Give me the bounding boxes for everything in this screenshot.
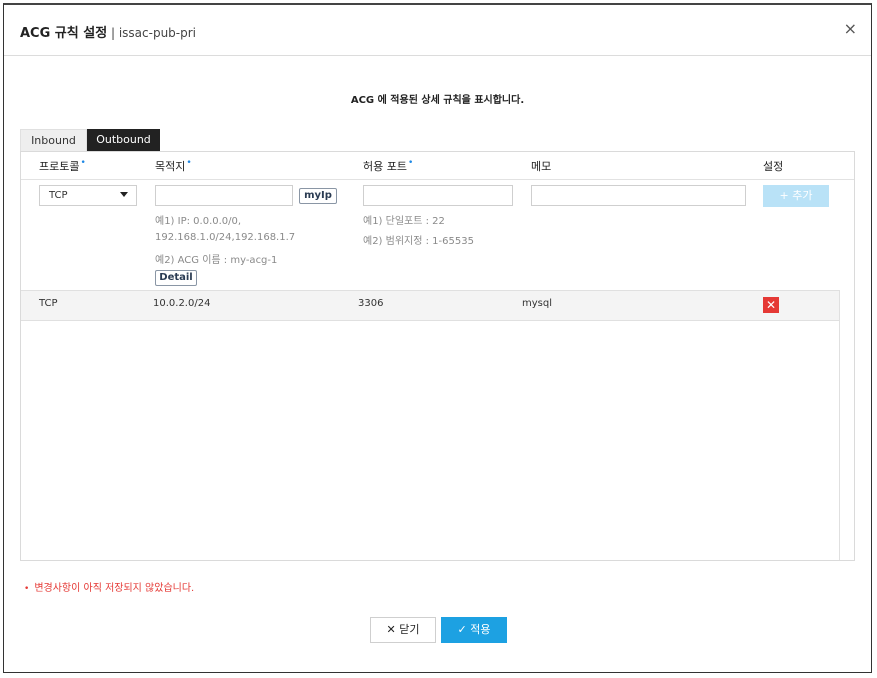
col-memo: 메모: [531, 160, 552, 173]
port-hint-1: 예1) 단일포트 : 22: [363, 216, 445, 227]
table-row: TCP 10.0.2.0/24 3306 mysql ✕: [21, 290, 840, 321]
col-settings: 설정: [763, 160, 784, 173]
apply-button[interactable]: ✓ 적용: [441, 617, 507, 643]
warning-text: 변경사항이 아직 저장되지 않았습니다.: [34, 583, 195, 594]
col-destination: 목적지•: [155, 158, 192, 174]
dialog-header: ACG 규칙 설정 | issac-pub-pri ×: [4, 5, 871, 56]
rules-panel: 프로토콜• 목적지• 허용 포트• 메모 설정 TCP myIp 예1) IP:…: [20, 151, 855, 561]
memo-input[interactable]: [531, 185, 746, 206]
table-header: 프로토콜• 목적지• 허용 포트• 메모 설정: [21, 152, 854, 180]
scrollbar[interactable]: [839, 290, 854, 560]
dialog-title: ACG 규칙 설정 | issac-pub-pri: [20, 22, 196, 41]
col-protocol-label: 프로토콜: [39, 160, 80, 173]
col-protocol: 프로토콜•: [39, 158, 86, 174]
close-icon[interactable]: ×: [844, 21, 857, 37]
myip-button[interactable]: myIp: [299, 188, 337, 204]
required-marker: •: [186, 158, 192, 168]
acg-rule-dialog: ACG 규칙 설정 | issac-pub-pri × ACG 에 적용된 상세…: [3, 3, 872, 673]
port-input[interactable]: [363, 185, 513, 206]
warning-bullet: •: [24, 584, 30, 594]
destination-hint-2: 예2) ACG 이름 : my-acg-1: [155, 255, 278, 266]
required-marker: •: [80, 158, 86, 168]
tab-inbound[interactable]: Inbound: [20, 129, 87, 151]
dialog-title-sub: | issac-pub-pri: [107, 26, 197, 40]
detail-button[interactable]: Detail: [155, 270, 197, 286]
delete-x-icon[interactable]: ✕: [763, 297, 779, 313]
protocol-select-value: TCP: [49, 190, 68, 201]
caret-down-icon: [120, 192, 128, 197]
destination-input[interactable]: [155, 185, 293, 206]
required-marker: •: [407, 158, 414, 168]
rule-protocol: TCP: [39, 298, 58, 309]
col-port-label: 허용 포트: [363, 160, 407, 173]
unsaved-warning: • 변경사항이 아직 저장되지 않았습니다.: [24, 579, 194, 594]
col-destination-label: 목적지: [155, 160, 186, 173]
close-button[interactable]: ✕ 닫기: [370, 617, 436, 643]
dialog-title-main: ACG 규칙 설정: [20, 26, 108, 41]
destination-hint-1a: 예1) IP: 0.0.0.0/0,: [155, 216, 242, 227]
col-port: 허용 포트•: [363, 158, 413, 174]
tab-outbound[interactable]: Outbound: [87, 129, 160, 151]
port-hint-2: 예2) 범위지정 : 1-65535: [363, 236, 474, 247]
dialog-description: ACG 에 적용된 상세 규칙을 표시합니다.: [350, 95, 525, 106]
add-rule-button[interactable]: + 추가: [763, 185, 829, 207]
destination-hint-1b: 192.168.1.0/24,192.168.1.7: [155, 232, 296, 243]
protocol-select[interactable]: TCP: [39, 185, 137, 206]
rule-destination: 10.0.2.0/24: [153, 298, 211, 309]
rule-port: 3306: [358, 298, 384, 309]
tab-bar: Inbound Outbound: [20, 129, 160, 151]
rule-memo: mysql: [522, 298, 552, 309]
